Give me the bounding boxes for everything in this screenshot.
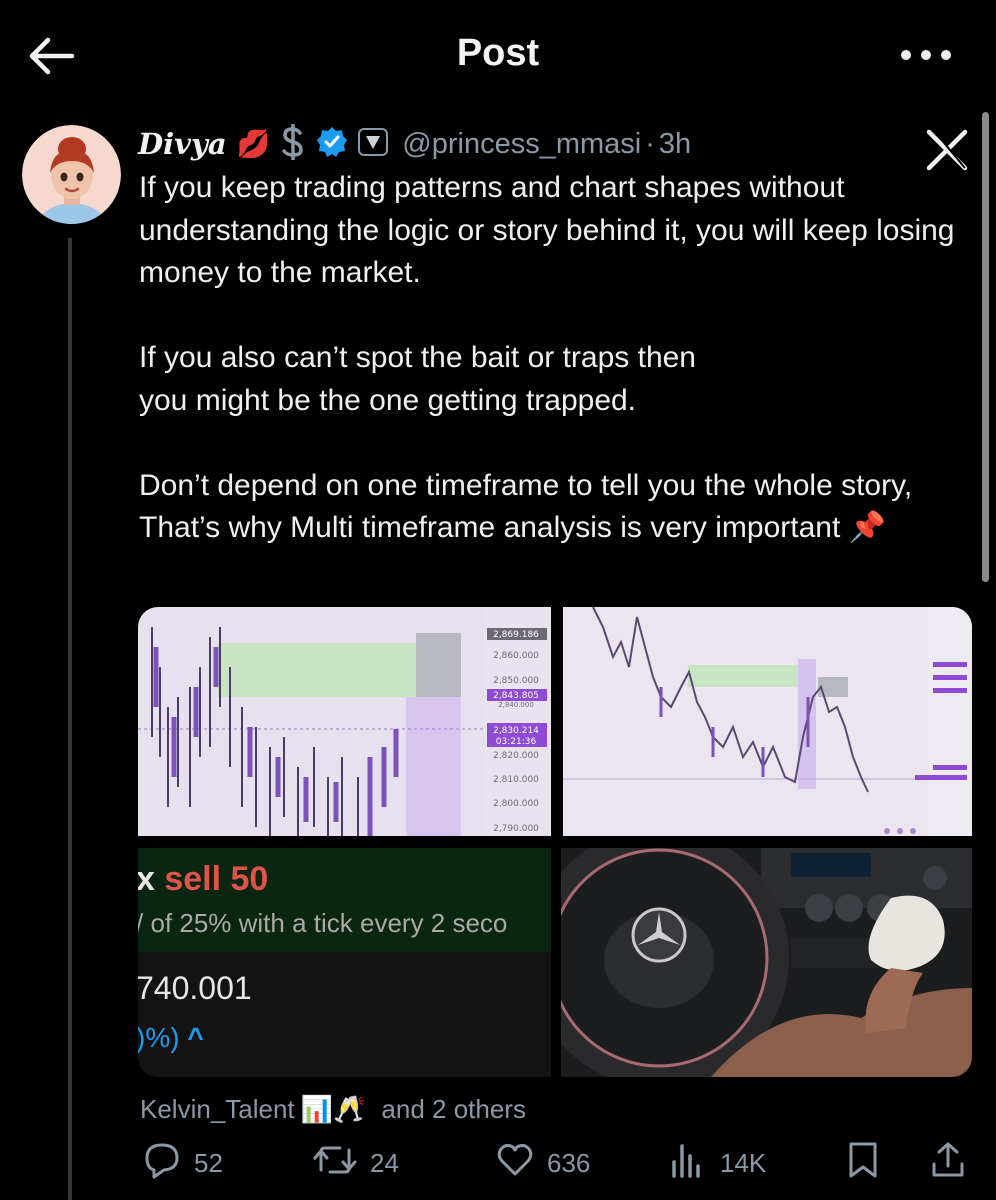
price-label: 2,820.000 xyxy=(493,751,539,761)
author-name[interactable]: Divya xyxy=(138,127,227,161)
views-count: 14K xyxy=(720,1147,767,1178)
trade-body: 740.001 )%) ^ xyxy=(138,952,551,1077)
trade-header: x sell 50 / of 25% with a tick every 2 s… xyxy=(138,848,551,952)
views-chart-icon xyxy=(668,1140,708,1187)
bookmark-icon xyxy=(846,1140,880,1187)
page-title: Post xyxy=(456,32,540,74)
like-button[interactable]: 636 xyxy=(495,1140,590,1186)
price-label: 2,840.000 xyxy=(498,701,534,709)
trade-change: )%) ^ xyxy=(138,1022,204,1053)
x-logo-icon[interactable] xyxy=(925,128,969,172)
liked-by-name[interactable]: Kelvin_Talent xyxy=(140,1094,295,1125)
reply-button[interactable]: 52 xyxy=(142,1140,223,1186)
author-handle[interactable]: @princess_mmasi · 3h xyxy=(402,128,691,161)
views-button[interactable]: 14K xyxy=(668,1140,766,1186)
liked-by-others[interactable]: and 2 others xyxy=(381,1094,526,1125)
trade-subtitle: / of 25% with a tick every 2 seco xyxy=(138,908,508,938)
time-label: 03:21:36 xyxy=(496,737,537,747)
avatar[interactable] xyxy=(22,125,121,224)
price-label: 2,843.805 xyxy=(493,691,539,701)
share-icon xyxy=(928,1140,968,1187)
post-header: Divya 💋 @princess_mmasi · 3h xyxy=(138,122,691,166)
scrollbar[interactable] xyxy=(982,112,989,582)
price-label: 2,830.214 xyxy=(493,726,539,736)
price-label: 2,800.000 xyxy=(493,799,539,809)
repost-button[interactable]: 24 xyxy=(312,1140,399,1186)
price-label: 2,869.186 xyxy=(493,630,539,640)
price-label: 2,860.000 xyxy=(493,651,539,661)
trade-screenshot[interactable]: x sell 50 / of 25% with a tick every 2 s… xyxy=(138,848,551,1077)
media-grid[interactable]: 2,869.186 2,860.000 2,850.000 2,843.805 … xyxy=(138,607,972,1077)
author-emoji: 💋 xyxy=(236,129,271,159)
verified-badge-icon xyxy=(316,126,348,163)
repost-count: 24 xyxy=(370,1147,399,1178)
more-options-icon[interactable] xyxy=(898,40,954,70)
heart-icon xyxy=(495,1140,535,1187)
repost-icon xyxy=(312,1140,358,1187)
liked-by-row[interactable]: Kelvin_Talent 📊🥂 and 2 others xyxy=(140,1094,526,1125)
thread-line xyxy=(68,238,72,1200)
action-bar: 52 24 636 14K xyxy=(0,1140,996,1186)
bookmark-button[interactable] xyxy=(846,1140,880,1186)
price-label: 2,850.000 xyxy=(493,676,539,686)
liked-by-emoji: 📊🥂 xyxy=(300,1094,366,1124)
price-label: 2,810.000 xyxy=(493,775,539,785)
dollar-icon xyxy=(280,122,306,165)
trade-title: x sell 50 xyxy=(138,860,269,898)
top-bar: Post xyxy=(0,0,996,115)
price-label: 2,790.000 xyxy=(493,824,539,834)
chart-image-1[interactable]: 2,869.186 2,860.000 2,850.000 2,843.805 … xyxy=(138,607,551,836)
like-count: 636 xyxy=(547,1147,591,1178)
affiliate-badge-icon xyxy=(358,127,389,161)
reply-count: 52 xyxy=(194,1147,223,1178)
reply-icon xyxy=(142,1140,182,1187)
car-interior-photo[interactable] xyxy=(561,848,972,1077)
share-button[interactable] xyxy=(928,1140,968,1186)
trade-price: 740.001 xyxy=(138,970,252,1006)
chart-image-2[interactable] xyxy=(563,607,972,836)
post-text: If you keep trading patterns and chart s… xyxy=(139,171,955,544)
